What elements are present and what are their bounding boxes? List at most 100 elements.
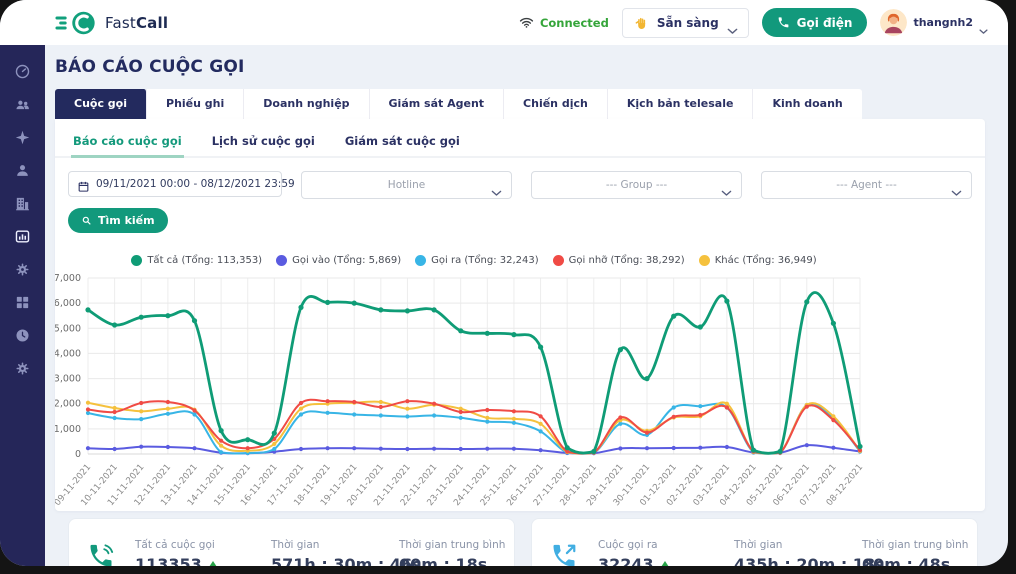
stat-total: Tất cả cuộc gọi 113353: [135, 539, 271, 567]
legend-item-goi-ra[interactable]: Gọi ra (Tổng: 32,243): [415, 255, 539, 266]
filter-row: 09/11/2021 00:00 - 08/12/2021 23:59 × Ho…: [68, 171, 972, 199]
group-select[interactable]: --- Group ---: [531, 171, 742, 199]
legend-item-khac[interactable]: Khác (Tổng: 36,949): [699, 255, 817, 266]
series-line-goi-vao: [88, 445, 860, 454]
svg-text:4,000: 4,000: [55, 348, 81, 359]
agent-status-dropdown[interactable]: Sẵn sàng: [622, 8, 749, 38]
username-label: thangnh2: [913, 16, 973, 29]
gear-icon: [14, 261, 31, 278]
svg-text:1,000: 1,000: [55, 424, 81, 435]
subtab-lich-su-cuoc-goi[interactable]: Lịch sử cuộc gọi: [210, 125, 317, 158]
legend-label: Tất cả (Tổng: 113,353): [147, 255, 262, 266]
grid-icon: [14, 294, 31, 311]
subtab-bao-cao-cuoc-goi[interactable]: Báo cáo cuộc gọi: [71, 125, 184, 158]
main-content: BÁO CÁO CUỘC GỌI Cuộc gọiPhiếu ghiDoanh …: [45, 45, 1008, 566]
stat-total-label: Tất cả cuộc gọi: [135, 539, 271, 551]
stat-average: Thời gian trung bình 00m : 48s: [862, 539, 968, 567]
chevron-down-icon: [979, 20, 988, 26]
search-button[interactable]: Tìm kiếm: [68, 208, 168, 233]
subtab-giam-sat-cuoc-goi[interactable]: Giám sát cuộc gọi: [343, 125, 462, 158]
sidebar: [0, 45, 45, 566]
tab-cuoc-goi[interactable]: Cuộc gọi: [55, 89, 147, 119]
sidebar-item-person-3[interactable]: [14, 162, 31, 179]
legend-item-tat-ca[interactable]: Tất cả (Tổng: 113,353): [131, 255, 262, 266]
stat-average-value: 00m : 18s: [399, 555, 505, 567]
sidebar-item-bar-chart-5[interactable]: [14, 228, 31, 245]
sidebar-item-gear-6[interactable]: [14, 261, 31, 278]
stat-duration-label: Thời gian: [734, 539, 862, 551]
stat-average: Thời gian trung bình 00m : 18s: [399, 539, 505, 567]
tab-kich-ban-telesale[interactable]: Kịch bản telesale: [608, 89, 754, 119]
stat-average-label: Thời gian trung bình: [862, 539, 968, 551]
agent-select-value: --- Agent ---: [836, 179, 897, 191]
tab-chien-dich[interactable]: Chiến dịch: [504, 89, 608, 119]
legend-label: Gọi vào (Tổng: 5,869): [292, 255, 401, 266]
phone-ringing-icon: [87, 542, 115, 566]
fastcall-logo-icon: [54, 9, 98, 37]
tab-doanh-nghiep[interactable]: Doanh nghiệp: [244, 89, 369, 119]
agent-status-label: Sẵn sàng: [657, 16, 719, 30]
stat-duration-value: 435h : 20m : 18s: [734, 555, 862, 567]
hotline-select[interactable]: Hotline: [301, 171, 512, 199]
four-point-star-icon: [14, 129, 31, 146]
gear-icon: [14, 360, 31, 377]
stat-card-tat-ca-cuoc-goi: Tất cả cuộc gọi 113353Thời gian571h : 30m…: [68, 518, 515, 566]
sidebar-item-four-point-star-2[interactable]: [14, 129, 31, 146]
stat-duration-label: Thời gian: [271, 539, 399, 551]
report-panel: Báo cáo cuộc gọi Lịch sử cuộc gọi Giám sát…: [55, 119, 985, 511]
chevron-down-icon: [721, 181, 732, 188]
tab-giam-sat-agent[interactable]: Giám sát Agent: [370, 89, 505, 119]
clock-icon: [14, 327, 31, 344]
stat-total-label: Cuộc gọi ra: [598, 539, 734, 551]
stat-average-label: Thời gian trung bình: [399, 539, 505, 551]
legend-label: Gọi ra (Tổng: 32,243): [431, 255, 539, 266]
topbar: FastCall Connected: [0, 0, 1008, 45]
tab-bar: Cuộc gọiPhiếu ghiDoanh nghiệpGiám sát Ag…: [55, 89, 862, 119]
trend-up-icon: [661, 561, 669, 566]
stat-cards: Tất cả cuộc gọi 113353Thời gian571h : 30m…: [68, 518, 978, 566]
sidebar-item-building-4[interactable]: [14, 195, 31, 212]
stat-duration: Thời gian571h : 30m : 46s: [271, 539, 399, 567]
tab-phieu-ghi[interactable]: Phiếu ghi: [147, 89, 244, 119]
gauge-icon: [14, 63, 31, 80]
chart-canvas: 01,0002,0003,0004,0005,0006,0007,00009-1…: [55, 270, 983, 514]
search-icon: [81, 215, 92, 226]
date-range-input[interactable]: 09/11/2021 00:00 - 08/12/2021 23:59 ×: [68, 171, 282, 197]
chevron-down-icon: [491, 181, 502, 188]
sidebar-item-users-1[interactable]: [14, 96, 31, 113]
sidebar-item-gauge-0[interactable]: [14, 63, 31, 80]
connection-status: Connected: [519, 15, 609, 30]
search-row: Tìm kiếm: [68, 208, 972, 233]
legend-item-goi-vao[interactable]: Gọi vào (Tổng: 5,869): [276, 255, 401, 266]
stat-card-cuoc-goi-ra: Cuộc gọi ra32243Thời gian 435h : 20m : 18…: [531, 518, 978, 566]
stat-total: Cuộc gọi ra32243: [598, 539, 734, 567]
waving-hand-icon: [633, 15, 649, 31]
sidebar-item-grid-7[interactable]: [14, 294, 31, 311]
sidebar-item-gear-9[interactable]: [14, 360, 31, 377]
agent-select[interactable]: --- Agent ---: [761, 171, 972, 199]
call-button[interactable]: Gọi điện: [762, 8, 868, 37]
date-range-value: 09/11/2021 00:00 - 08/12/2021 23:59: [96, 178, 295, 190]
building-icon: [14, 195, 31, 212]
tab-kinh-doanh[interactable]: Kinh doanh: [753, 89, 861, 119]
page-title: BÁO CÁO CUỘC GỌI: [55, 57, 245, 77]
chart-legend: Tất cả (Tổng: 113,353) Gọi vào (Tổng: 5,8…: [88, 255, 860, 266]
legend-item-goi-nho[interactable]: Gọi nhỡ (Tổng: 38,292): [553, 255, 685, 266]
legend-dot-icon: [415, 255, 426, 266]
legend-dot-icon: [276, 255, 287, 266]
person-icon: [14, 162, 31, 179]
users-icon: [14, 96, 31, 113]
legend-label: Gọi nhỡ (Tổng: 38,292): [569, 255, 685, 266]
legend-label: Khác (Tổng: 36,949): [715, 255, 817, 266]
chart-block: Tất cả (Tổng: 113,353) Gọi vào (Tổng: 5,8…: [55, 255, 985, 514]
sidebar-item-clock-8[interactable]: [14, 327, 31, 344]
stat-average-value: 00m : 48s: [862, 555, 968, 567]
stat-total-value: 113353: [135, 555, 271, 567]
call-button-label: Gọi điện: [797, 16, 853, 30]
chevron-down-icon: [951, 181, 962, 188]
svg-text:3,000: 3,000: [55, 374, 81, 385]
svg-text:5,000: 5,000: [55, 323, 81, 334]
app-window: FastCall Connected: [0, 0, 1008, 566]
user-menu[interactable]: thangnh2: [880, 9, 988, 36]
phone-outgoing-icon: [550, 542, 578, 566]
